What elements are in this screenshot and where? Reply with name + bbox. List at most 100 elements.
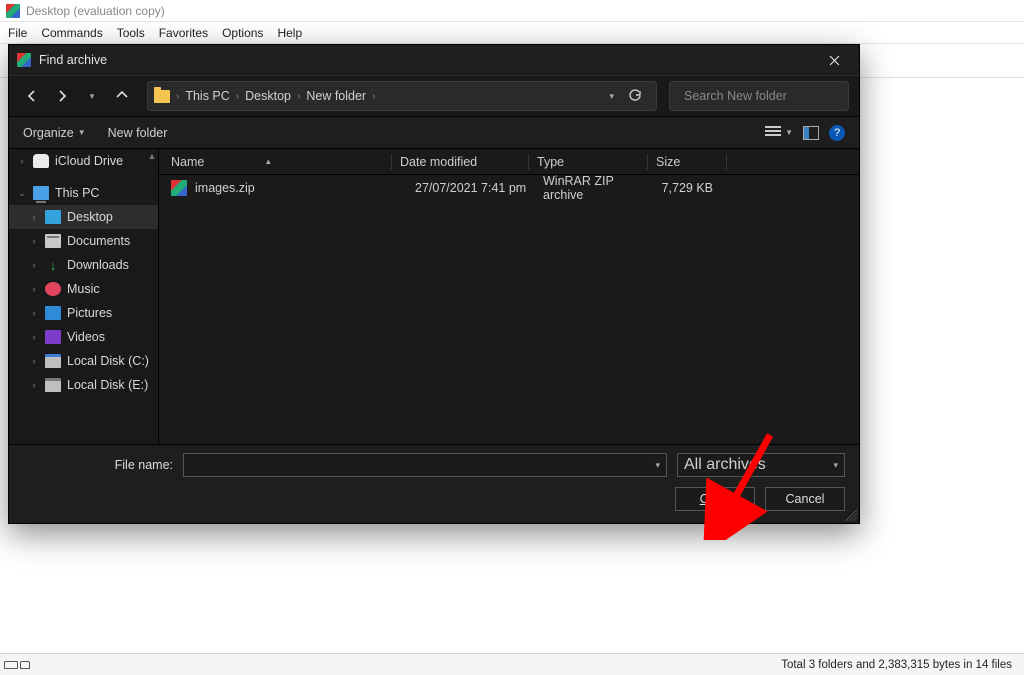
chevron-down-icon[interactable]: ▾ [609, 91, 614, 102]
chevron-right-icon: › [29, 308, 39, 318]
tree-music[interactable]: ›Music [9, 277, 158, 301]
dialog-body: ▲ ›iCloud Drive ⌄This PC ›Desktop ›Docum… [9, 149, 859, 444]
videos-icon [45, 330, 61, 344]
crumb-new-folder[interactable]: New folder [306, 89, 366, 103]
tree-this-pc[interactable]: ⌄This PC [9, 181, 158, 205]
chevron-right-icon: › [29, 260, 39, 270]
tree-documents[interactable]: ›Documents [9, 229, 158, 253]
filename-input[interactable]: ▾ [183, 453, 667, 477]
winrar-menubar: File Commands Tools Favorites Options He… [0, 22, 1024, 44]
organize-button[interactable]: Organize ▼ [23, 126, 86, 140]
chevron-right-icon: › [372, 91, 375, 102]
col-size[interactable]: Size [656, 155, 726, 169]
tree-downloads[interactable]: ›↓Downloads [9, 253, 158, 277]
filetype-combo[interactable]: All archives▾ [677, 453, 845, 477]
chevron-down-icon: ▾ [655, 460, 660, 471]
documents-icon [45, 234, 61, 248]
col-name[interactable]: Name▲ [171, 155, 391, 169]
crumb-this-pc[interactable]: This PC [185, 89, 229, 103]
arrow-right-icon [55, 89, 69, 103]
disk-icon [4, 661, 18, 669]
pictures-icon [45, 306, 61, 320]
crumb-desktop[interactable]: Desktop [245, 89, 291, 103]
zip-icon [171, 180, 187, 196]
menu-tools[interactable]: Tools [117, 26, 145, 40]
winrar-logo-icon [6, 4, 20, 18]
menu-favorites[interactable]: Favorites [159, 26, 208, 40]
search-box[interactable] [669, 81, 849, 111]
chevron-right-icon: › [29, 356, 39, 366]
pc-icon [33, 186, 49, 200]
view-button[interactable]: ▼ [765, 126, 793, 140]
tree-videos[interactable]: ›Videos [9, 325, 158, 349]
col-date[interactable]: Date modified [400, 155, 528, 169]
back-button[interactable] [19, 83, 45, 109]
cloud-icon [33, 154, 49, 168]
chevron-right-icon: › [29, 380, 39, 390]
new-folder-button[interactable]: New folder [108, 126, 168, 140]
disk-icon [45, 378, 61, 392]
chevron-right-icon: › [29, 284, 39, 294]
chevron-right-icon: › [29, 332, 39, 342]
menu-options[interactable]: Options [222, 26, 263, 40]
sort-asc-icon: ▲ [264, 157, 272, 166]
chevron-right-icon: › [236, 91, 239, 102]
tree-disk-e[interactable]: ›Local Disk (E:) [9, 373, 158, 397]
chevron-down-icon: ▼ [78, 128, 86, 137]
chevron-right-icon: › [176, 91, 179, 102]
menu-help[interactable]: Help [277, 26, 302, 40]
winrar-logo-icon [17, 53, 31, 67]
dialog-title: Find archive [39, 53, 107, 67]
col-type[interactable]: Type [537, 155, 647, 169]
chevron-down-icon: ⌄ [17, 188, 27, 199]
dialog-titlebar[interactable]: Find archive [9, 45, 859, 75]
dialog-footer: File name: ▾ All archives▾ Open Cancel [9, 444, 859, 523]
winrar-status-text: Total 3 folders and 2,383,315 bytes in 1… [781, 659, 1024, 671]
preview-pane-button[interactable] [803, 126, 819, 140]
view-icon [765, 126, 781, 140]
folder-icon [154, 90, 170, 103]
refresh-button[interactable] [620, 89, 650, 103]
disk-icon [45, 354, 61, 368]
file-list: Name▲ Date modified Type Size images.zip… [159, 149, 859, 444]
folder-tree: ▲ ›iCloud Drive ⌄This PC ›Desktop ›Docum… [9, 149, 159, 444]
up-button[interactable] [109, 83, 135, 109]
lock-icon [20, 661, 30, 669]
winrar-title: Desktop (evaluation copy) [26, 4, 165, 18]
dialog-toolbar: Organize ▼ New folder ▼ ? [9, 117, 859, 149]
search-input[interactable] [684, 89, 845, 103]
open-button[interactable]: Open [675, 487, 755, 511]
chevron-down-icon: ▼ [785, 128, 793, 137]
tree-pictures[interactable]: ›Pictures [9, 301, 158, 325]
music-icon [45, 282, 61, 296]
chevron-right-icon: › [29, 212, 39, 222]
forward-button[interactable] [49, 83, 75, 109]
dialog-navbar: ▾ › This PC › Desktop › New folder › ▾ [9, 75, 859, 117]
close-icon [829, 55, 840, 66]
menu-commands[interactable]: Commands [41, 26, 102, 40]
refresh-icon [628, 89, 642, 103]
cancel-button[interactable]: Cancel [765, 487, 845, 511]
address-bar[interactable]: › This PC › Desktop › New folder › ▾ [147, 81, 657, 111]
tree-desktop[interactable]: ›Desktop [9, 205, 158, 229]
chevron-down-icon: ▾ [833, 460, 838, 471]
chevron-right-icon: › [297, 91, 300, 102]
chevron-right-icon: › [29, 236, 39, 246]
file-row[interactable]: images.zip 27/07/2021 7:41 pm WinRAR ZIP… [159, 175, 859, 201]
downloads-icon: ↓ [45, 258, 61, 272]
find-archive-dialog: Find archive ▾ › This PC › Desktop › New… [8, 44, 860, 524]
filename-label: File name: [23, 458, 173, 472]
tree-disk-c[interactable]: ›Local Disk (C:) [9, 349, 158, 373]
help-button[interactable]: ? [829, 125, 845, 141]
tree-icloud[interactable]: ›iCloud Drive [9, 149, 158, 173]
chevron-right-icon: › [17, 156, 27, 166]
recent-button[interactable]: ▾ [79, 83, 105, 109]
arrow-left-icon [25, 89, 39, 103]
resize-grip[interactable] [845, 509, 857, 521]
close-button[interactable] [817, 45, 851, 75]
desktop-icon [45, 210, 61, 224]
column-headers: Name▲ Date modified Type Size [159, 149, 859, 175]
menu-file[interactable]: File [8, 26, 27, 40]
scroll-up-icon[interactable]: ▲ [146, 149, 158, 163]
winrar-statusbar: Total 3 folders and 2,383,315 bytes in 1… [0, 653, 1024, 675]
